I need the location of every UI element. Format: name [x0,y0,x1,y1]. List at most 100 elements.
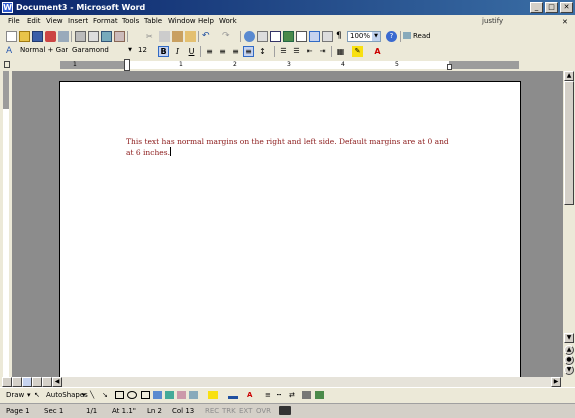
decrease-indent-icon[interactable]: ⇤ [304,46,315,57]
text-box-icon[interactable] [141,391,150,399]
arrow-icon[interactable]: ↘ [102,390,108,400]
close-document-icon[interactable]: ✕ [562,18,568,26]
type-a-question-box[interactable]: justify [482,16,540,27]
redo-icon[interactable]: ↷ [222,31,233,42]
menu-work[interactable]: Work [219,16,237,27]
next-page-icon[interactable]: ▼ [564,365,574,375]
email-icon[interactable] [58,31,69,42]
cut-icon[interactable]: ✂ [146,31,157,42]
scroll-left-icon[interactable]: ◀ [52,377,62,387]
reading-layout-icon[interactable] [42,377,52,387]
italic-button[interactable]: I [172,46,183,57]
insert-excel-icon[interactable] [283,31,294,42]
menu-help[interactable]: Help [198,16,214,27]
styles-formatting-icon[interactable]: A [6,46,17,57]
underline-button[interactable]: U [186,46,197,57]
close-button[interactable]: ✕ [560,2,573,13]
menu-insert[interactable]: Insert [68,16,88,27]
indent-marker[interactable] [124,59,130,71]
align-center-icon[interactable]: ≡ [217,46,228,57]
tables-borders-icon[interactable] [257,31,268,42]
menu-tools[interactable]: Tools [122,16,139,27]
research-icon[interactable] [114,31,125,42]
oval-icon[interactable] [127,391,137,399]
fill-color-icon[interactable] [208,391,218,399]
spelling-icon[interactable] [101,31,112,42]
shadow-style-icon[interactable] [302,391,311,399]
bold-button[interactable]: B [158,46,169,57]
bullets-icon[interactable]: ☰ [291,46,302,57]
picture-icon[interactable] [189,391,198,399]
columns-icon[interactable] [296,31,307,42]
maximize-button[interactable]: □ [545,2,558,13]
borders-icon[interactable]: ▦ [335,46,346,57]
print-preview-icon[interactable] [88,31,99,42]
style-select[interactable]: Normal + Garar [18,46,68,57]
scroll-right-icon[interactable]: ▶ [551,377,561,387]
show-hide-icon[interactable]: ¶ [336,31,347,42]
dash-style-icon[interactable]: ┅ [277,390,281,400]
print-layout-icon[interactable] [22,377,32,387]
increase-indent-icon[interactable]: ⇥ [317,46,328,57]
clip-art-icon[interactable] [177,391,186,399]
align-right-icon[interactable]: ≡ [230,46,241,57]
scroll-up-icon[interactable]: ▲ [564,71,574,81]
open-icon[interactable] [19,31,30,42]
document-page[interactable]: This text has normal margins on the righ… [59,81,521,382]
print-icon[interactable] [75,31,86,42]
vertical-scrollbar[interactable]: ▲ ▼ ▲ ● ▼ [563,71,575,377]
scroll-down-icon[interactable]: ▼ [564,333,574,343]
font-size-select[interactable]: 12 [136,46,156,57]
document-text[interactable]: This text has normal margins on the righ… [126,137,456,158]
font-color-icon[interactable]: A [372,46,383,57]
undo-icon[interactable]: ↶ [202,31,213,42]
status-ext[interactable]: EXT [239,406,252,416]
horizontal-scroll-track[interactable] [62,377,551,387]
format-painter-icon[interactable] [185,31,196,42]
arrow-style-icon[interactable]: ⇄ [289,390,295,400]
select-objects-icon[interactable]: ↖ [34,390,40,400]
hyperlink-icon[interactable] [244,31,255,42]
paste-icon[interactable] [172,31,183,42]
tab-selector-icon[interactable] [4,61,10,68]
new-icon[interactable] [6,31,17,42]
drawing-icon[interactable] [309,31,320,42]
insert-table-icon[interactable] [270,31,281,42]
menu-file[interactable]: File [8,16,20,27]
menu-view[interactable]: View [46,16,63,27]
line-style-icon[interactable]: ≡ [265,390,271,400]
horizontal-ruler[interactable]: 1 1 2 3 4 5 [0,59,575,71]
status-rec[interactable]: REC [205,406,219,416]
menu-window[interactable]: Window [168,16,196,27]
help-icon[interactable]: ? [386,31,397,42]
web-layout-icon[interactable] [12,377,22,387]
justify-icon[interactable]: ≡ [243,46,254,57]
chevron-down-icon[interactable]: ▾ [82,390,86,400]
document-map-icon[interactable] [322,31,333,42]
zoom-select[interactable]: 100% ▼ [347,31,381,42]
previous-page-icon[interactable]: ▲ [564,345,574,355]
chevron-down-icon[interactable]: ▾ [27,390,31,400]
menu-table[interactable]: Table [144,16,162,27]
outline-view-icon[interactable] [32,377,42,387]
highlight-icon[interactable]: ✎ [352,46,363,57]
save-icon[interactable] [32,31,43,42]
line-icon[interactable]: ╲ [90,390,94,400]
spelling-status-icon[interactable] [279,406,291,415]
menu-format[interactable]: Format [93,16,118,27]
menu-edit[interactable]: Edit [27,16,41,27]
font-color-icon[interactable]: A [247,390,252,400]
line-spacing-icon[interactable]: ↕ [257,46,268,57]
3d-style-icon[interactable] [315,391,324,399]
diagram-icon[interactable] [165,391,174,399]
scroll-thumb[interactable] [564,81,574,205]
align-left-icon[interactable]: ≡ [204,46,215,57]
right-indent-marker[interactable] [447,64,452,70]
permission-icon[interactable] [45,31,56,42]
select-browse-object-icon[interactable]: ● [564,355,574,365]
normal-view-icon[interactable] [2,377,12,387]
font-select[interactable]: Garamond ▼ [70,46,134,57]
numbering-icon[interactable]: ☰ [278,46,289,57]
word-app-icon[interactable]: W [2,2,13,13]
draw-menu[interactable]: Draw [6,390,24,400]
